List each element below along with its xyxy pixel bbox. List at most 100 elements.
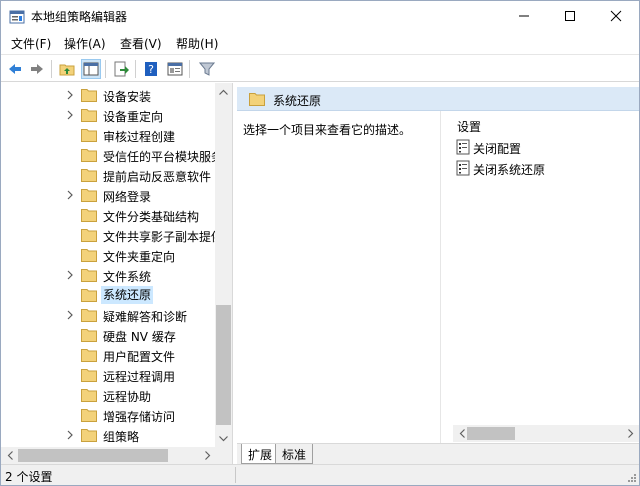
tree-item[interactable]: 文件分类基础结构 (1, 205, 215, 225)
status-text: 2 个设置 (5, 470, 53, 484)
chevron-up-icon (219, 89, 228, 95)
tree-hscroll-thumb[interactable] (18, 449, 168, 462)
view-tabs: 扩展 标准 (237, 443, 639, 464)
chevron-right-icon (627, 429, 633, 438)
chevron-right-icon[interactable] (65, 310, 75, 320)
tree-item[interactable]: 文件共享影子副本提供 (1, 225, 223, 245)
scroll-left-button[interactable] (1, 447, 18, 464)
tree-item[interactable]: 增强存储访问 (1, 405, 215, 425)
menu-bar: 文件(F) 操作(A) 查看(V) 帮助(H) (1, 32, 639, 54)
chevron-right-icon[interactable] (65, 270, 75, 280)
folder-icon (81, 389, 97, 402)
title-bar: 本地组策略编辑器 (1, 1, 639, 32)
folder-icon (81, 289, 97, 302)
tab-extended[interactable]: 扩展 (241, 444, 280, 464)
tree-item-label: 文件夹重定向 (103, 250, 176, 264)
status-separator (235, 467, 236, 483)
scroll-up-button[interactable] (215, 83, 232, 100)
folder-icon (249, 93, 265, 106)
tab-standard[interactable]: 标准 (275, 444, 314, 464)
column-header-setting[interactable]: 设置 (457, 118, 481, 135)
folder-icon (81, 209, 97, 222)
chevron-right-icon[interactable] (65, 110, 75, 120)
menu-action[interactable]: 操作(A) (64, 35, 106, 52)
folder-icon (81, 369, 97, 382)
status-bar: 2 个设置 (1, 464, 639, 485)
folder-icon (81, 409, 97, 422)
details-horizontal-scrollbar[interactable] (453, 425, 639, 442)
up-folder-button[interactable] (57, 59, 77, 79)
description-text: 选择一个项目来查看它的描述。 (243, 123, 412, 137)
tree-item[interactable]: 用户配置文件 (1, 345, 215, 365)
scroll-right-button[interactable] (622, 425, 639, 442)
back-button[interactable] (5, 59, 25, 79)
folder-icon (81, 269, 97, 282)
tree-item-label: 文件共享影子副本提供 (103, 230, 224, 244)
tree-item[interactable]: 文件系统 (1, 265, 215, 285)
folder-icon (81, 249, 97, 262)
toolbar: ? (1, 54, 639, 82)
svg-text:?: ? (148, 63, 154, 76)
scroll-right-button[interactable] (199, 447, 216, 464)
tree-item[interactable]: 硬盘 NV 缓存 (1, 325, 215, 345)
forward-button[interactable] (27, 59, 47, 79)
chevron-right-icon[interactable] (65, 90, 75, 100)
tree-item[interactable]: 文件夹重定向 (1, 245, 215, 265)
minimize-button[interactable] (501, 1, 547, 31)
menu-help[interactable]: 帮助(H) (176, 35, 218, 52)
tree-item-label: 审核过程创建 (103, 130, 176, 144)
folder-icon (81, 109, 97, 122)
tree-item[interactable]: 设备安装 (1, 85, 215, 105)
help-button[interactable]: ? (141, 59, 161, 79)
window-title: 本地组策略编辑器 (31, 10, 128, 24)
export-list-button[interactable] (111, 59, 131, 79)
tree-horizontal-scrollbar[interactable] (1, 447, 216, 464)
folder-icon (81, 89, 97, 102)
tree-item[interactable]: 提前启动反恶意软件 (1, 165, 215, 185)
policy-setting-icon (456, 160, 470, 176)
details-title: 系统还原 (273, 94, 322, 108)
tree-item-label: 远程过程调用 (103, 370, 176, 384)
tree-item[interactable]: 网络登录 (1, 185, 215, 205)
folder-icon (81, 429, 97, 442)
scroll-corner (216, 447, 233, 464)
folder-icon (81, 129, 97, 142)
minimize-icon (519, 15, 529, 17)
resize-grip-icon[interactable] (627, 473, 637, 483)
show-hide-tree-button[interactable] (81, 59, 101, 79)
filter-button[interactable] (197, 59, 217, 79)
chevron-right-icon[interactable] (65, 190, 75, 200)
tree-item-label: 文件分类基础结构 (103, 210, 200, 224)
export-list-icon (114, 61, 129, 77)
close-button[interactable] (593, 1, 639, 31)
properties-button[interactable] (165, 59, 185, 79)
chevron-right-icon[interactable] (65, 430, 75, 440)
chevron-left-icon (459, 429, 465, 438)
setting-label: 关闭配置 (473, 142, 522, 156)
tree-item-label: 硬盘 NV 缓存 (103, 330, 176, 344)
tree-vertical-scrollbar[interactable] (215, 83, 232, 447)
menu-view[interactable]: 查看(V) (120, 35, 162, 52)
up-folder-icon (59, 64, 75, 76)
tree-item[interactable]: 疑难解答和诊断 (1, 305, 215, 325)
tree-scroll-thumb[interactable] (216, 305, 231, 425)
details-hscroll-thumb[interactable] (467, 427, 515, 440)
tree-item[interactable]: 远程协助 (1, 385, 215, 405)
tree-pane[interactable]: 设备安装 设备重定向审核过程创建 受信任的平台模块服务 提前启动反恶意软件网络登录文件… (1, 83, 233, 447)
tree-item[interactable]: 设备重定向 (1, 105, 215, 125)
details-pane: 系统还原 选择一个项目来查看它的描述。 设置 关闭配置 关闭系统还原 扩展 标准 (237, 83, 639, 464)
tree-item[interactable]: 系统还原 (1, 285, 215, 305)
tree-item[interactable]: 受信任的平台模块服务 (1, 145, 223, 165)
folder-icon (81, 309, 97, 322)
tree-item[interactable]: 远程过程调用 (1, 365, 215, 385)
scroll-down-button[interactable] (215, 430, 232, 447)
tree-item[interactable]: 组策略 (1, 425, 215, 445)
tree-item[interactable]: 审核过程创建 (1, 125, 215, 145)
folder-icon (81, 229, 97, 242)
tree-item-label: 组策略 (103, 430, 140, 444)
settings-list[interactable]: 设置 关闭配置 关闭系统还原 (440, 111, 639, 443)
maximize-button[interactable] (547, 1, 593, 31)
menu-file[interactable]: 文件(F) (11, 35, 51, 52)
close-icon (610, 10, 622, 22)
tree-item-label: 网络登录 (103, 190, 152, 204)
